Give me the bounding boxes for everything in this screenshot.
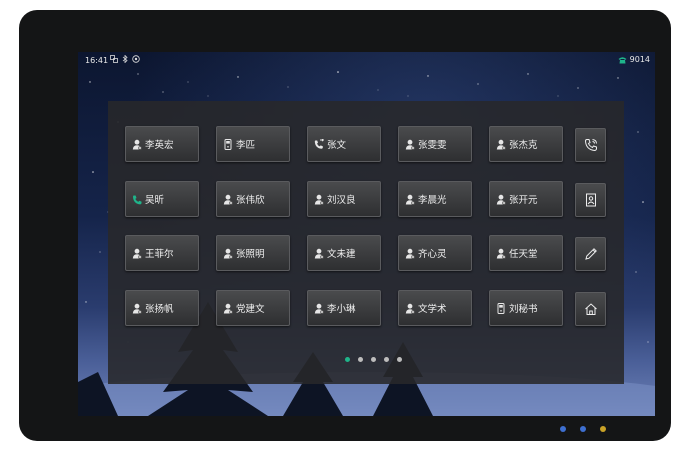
dsskey-7[interactable]: 张伟欣 — [216, 181, 290, 217]
dsskey-15[interactable]: 任天堂 — [489, 235, 563, 271]
page-indicator — [108, 357, 624, 362]
contact-icon — [496, 248, 506, 259]
dsskey-12[interactable]: 张照明 — [216, 235, 290, 271]
dsskey-13[interactable]: 文未建 — [307, 235, 381, 271]
dsskey-panel: 李英宏 李匹 张文 张雯雯 张杰克吴昕 张伟欣 刘汉良 李晨光 张开元王菲尔 张照明 文未建 齐心灵 任… — [108, 101, 624, 384]
page-dot-5[interactable] — [396, 357, 402, 362]
dsskey-label: 文未建 — [327, 249, 356, 260]
dsskey-label: 吴昕 — [145, 195, 165, 206]
contact-icon — [314, 194, 324, 205]
indicator-led-2 — [580, 426, 586, 432]
directory-button[interactable] — [575, 183, 606, 217]
contact-icon — [314, 248, 324, 259]
dsskey-11[interactable]: 王菲尔 — [125, 235, 199, 271]
phone-green-icon — [132, 194, 142, 205]
contact-icon — [132, 248, 142, 259]
dsskey-label: 张伟欣 — [236, 195, 265, 206]
clock: 16:41 — [85, 56, 109, 65]
dsskey-19[interactable]: 文学术 — [398, 290, 472, 326]
contact-icon — [223, 194, 233, 205]
call-log-button[interactable] — [575, 128, 606, 162]
dsskey-label: 文学术 — [418, 304, 447, 315]
call-log-icon — [584, 139, 597, 152]
dsskey-label: 李晨光 — [418, 195, 447, 206]
dsskey-label: 张照明 — [236, 249, 265, 260]
contact-icon — [405, 194, 415, 205]
dsskey-16[interactable]: 张扬帆 — [125, 290, 199, 326]
dsskey-10[interactable]: 张开元 — [489, 181, 563, 217]
extension-number: 9014 — [629, 55, 650, 64]
dsskey-label: 张雯雯 — [418, 140, 447, 151]
phone-icon — [618, 56, 627, 63]
call-forward-icon — [314, 138, 324, 150]
contact-icon — [132, 139, 142, 150]
dsskey-20[interactable]: 刘秘书 — [489, 290, 563, 326]
phone-device-frame: 16:41 9014 李英宏 李匹 张文 张雯雯 张杰克吴昕 张伟欣 刘汉良 李晨光 张开元王菲… — [19, 10, 671, 441]
contact-icon — [496, 194, 506, 205]
edit-icon — [584, 248, 597, 260]
phone-device-icon — [223, 138, 233, 150]
indicator-led-3 — [600, 426, 606, 432]
dsskey-label: 李英宏 — [145, 140, 174, 151]
dsskey-14[interactable]: 齐心灵 — [398, 235, 472, 271]
dsskey-8[interactable]: 刘汉良 — [307, 181, 381, 217]
dsskey-label: 张文 — [327, 140, 347, 151]
home-icon — [584, 303, 597, 315]
dsskey-label: 张杰克 — [509, 140, 538, 151]
dsskey-5[interactable]: 张杰克 — [489, 126, 563, 162]
network-icon — [110, 55, 118, 63]
dsskey-label: 党建文 — [236, 304, 265, 315]
indicator-leds — [560, 426, 606, 432]
page-dot-1[interactable] — [344, 357, 350, 362]
page-dot-2[interactable] — [357, 357, 363, 362]
dsskey-2[interactable]: 李匹 — [216, 126, 290, 162]
dsskey-3[interactable]: 张文 — [307, 126, 381, 162]
dsskey-label: 刘秘书 — [509, 304, 538, 315]
page-dot-3[interactable] — [370, 357, 376, 362]
home-button[interactable] — [575, 292, 606, 326]
contact-icon — [405, 248, 415, 259]
dsskey-6[interactable]: 吴昕 — [125, 181, 199, 217]
contact-icon — [132, 303, 142, 314]
dsskey-label: 王菲尔 — [145, 249, 174, 260]
dsskey-9[interactable]: 李晨光 — [398, 181, 472, 217]
indicator-led-1 — [560, 426, 566, 432]
dsskey-label: 张扬帆 — [145, 304, 174, 315]
bluetooth-icon — [122, 55, 128, 63]
status-bar: 16:41 9014 — [78, 52, 655, 68]
contact-icon — [405, 303, 415, 314]
wifi-icon — [132, 55, 140, 63]
touch-screen: 16:41 9014 李英宏 李匹 张文 张雯雯 张杰克吴昕 张伟欣 刘汉良 李晨光 张开元王菲… — [78, 52, 655, 416]
page-dot-4[interactable] — [383, 357, 389, 362]
dsskey-label: 齐心灵 — [418, 249, 447, 260]
contact-icon — [223, 248, 233, 259]
dsskey-label: 刘汉良 — [327, 195, 356, 206]
contact-icon — [405, 139, 415, 150]
dsskey-label: 李小琳 — [327, 304, 356, 315]
contact-icon — [223, 303, 233, 314]
contact-icon — [496, 139, 506, 150]
phone-device-icon — [496, 302, 506, 314]
directory-icon — [585, 193, 596, 207]
edit-button[interactable] — [575, 237, 606, 271]
dsskey-label: 李匹 — [236, 140, 256, 151]
contact-icon — [314, 303, 324, 314]
dsskey-17[interactable]: 党建文 — [216, 290, 290, 326]
dsskey-18[interactable]: 李小琳 — [307, 290, 381, 326]
dsskey-label: 任天堂 — [509, 249, 538, 260]
dsskey-label: 张开元 — [509, 195, 538, 206]
dsskey-1[interactable]: 李英宏 — [125, 126, 199, 162]
dsskey-4[interactable]: 张雯雯 — [398, 126, 472, 162]
